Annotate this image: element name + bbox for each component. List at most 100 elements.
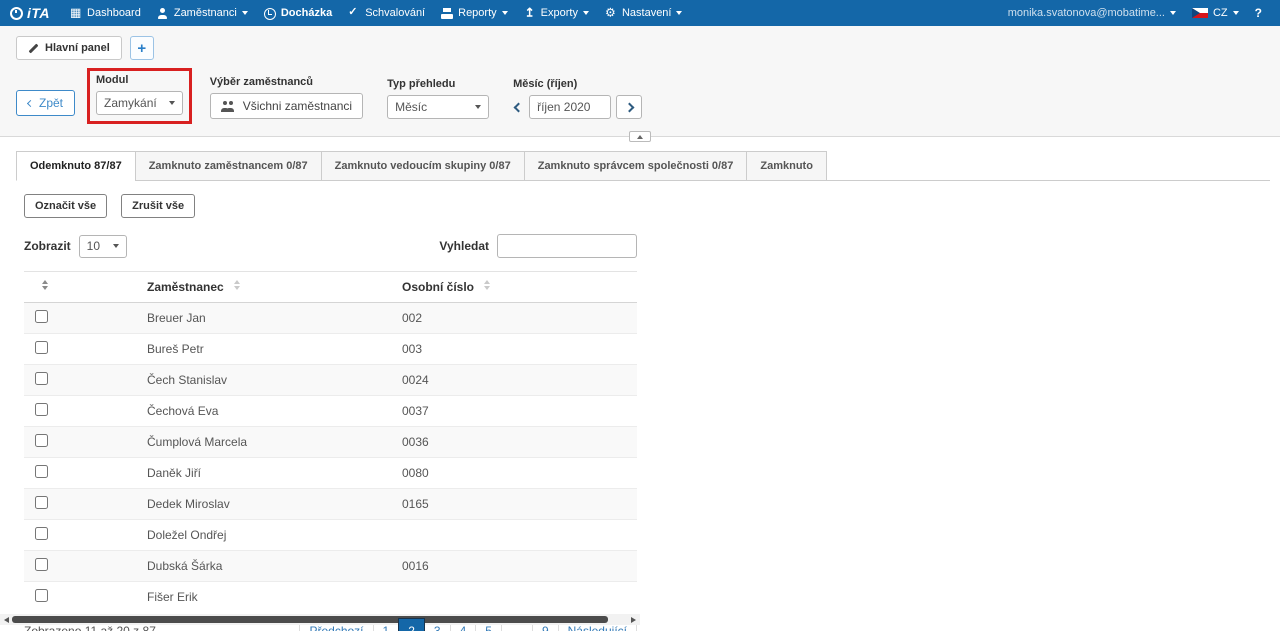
employee-name-cell: Daněk Jiří <box>139 458 394 489</box>
row-checkbox[interactable] <box>35 527 48 540</box>
lock-status-tab[interactable]: Zamknuto správcem společnosti 0/87 <box>524 151 748 181</box>
previous-month-button[interactable] <box>513 95 524 119</box>
modul-label: Modul <box>96 74 183 86</box>
add-panel-button[interactable]: + <box>130 36 154 60</box>
menu-item-label: Nastavení <box>622 7 672 19</box>
menu-item[interactable]: Nastavení <box>597 0 691 26</box>
personal-number-cell <box>394 520 637 551</box>
row-checkbox[interactable] <box>35 403 48 416</box>
bulk-actions: Označit vše Zrušit vše <box>24 194 1270 218</box>
employee-name-cell: Čech Stanislav <box>139 365 394 396</box>
menu-item[interactable]: Reporty <box>433 0 516 26</box>
row-checkbox[interactable] <box>35 465 48 478</box>
table-row: Doležel Ondřej <box>24 520 637 551</box>
lock-status-tab[interactable]: Zamknuto vedoucím skupiny 0/87 <box>321 151 525 181</box>
page-size-group: Zobrazit 10 <box>24 235 127 258</box>
lock-status-tabs: Odemknuto 87/87 Zamknuto zaměstnancem 0/… <box>16 151 1270 181</box>
back-button[interactable]: Zpět <box>16 90 75 116</box>
page-size-select[interactable]: 10 <box>79 235 127 258</box>
menu-item[interactable]: Exporty <box>516 0 597 26</box>
chevron-down-icon <box>1170 11 1176 15</box>
table-row: Daněk Jiří 0080 <box>24 458 637 489</box>
clear-all-button[interactable]: Zrušit vše <box>121 194 195 218</box>
modul-value: Zamykání <box>104 96 157 110</box>
collapse-filters-button[interactable] <box>629 131 651 142</box>
pagination-info: Zobrazeno 11 až 20 z 87 <box>24 624 156 631</box>
logo-text: iTA <box>27 5 50 21</box>
row-checkbox[interactable] <box>35 310 48 323</box>
employee-column-header[interactable]: Zaměstnanec <box>139 272 394 303</box>
scroll-left-arrow-icon[interactable] <box>4 617 9 623</box>
row-checkbox[interactable] <box>35 372 48 385</box>
row-checkbox[interactable] <box>35 341 48 354</box>
scroll-right-arrow-icon[interactable] <box>631 617 636 623</box>
view-type-select[interactable]: Měsíc <box>387 95 489 119</box>
user-menu[interactable]: monika.svatonova@mobatime... <box>1000 0 1184 26</box>
sort-icon <box>234 280 240 290</box>
month-label: Měsíc (říjen) <box>513 78 642 90</box>
sort-icon <box>484 280 490 290</box>
checkbox-column-header[interactable] <box>24 272 139 303</box>
tab-hlavni-panel[interactable]: Hlavní panel <box>16 36 122 60</box>
chevron-down-icon <box>113 244 119 248</box>
panel-tabs: Hlavní panel + <box>16 36 1264 60</box>
chevron-down-icon <box>676 11 682 15</box>
row-checkbox[interactable] <box>35 496 48 509</box>
clock-icon <box>264 8 276 19</box>
top-navbar: iTA Dashboard Zaměstnanci Docházka <box>0 0 1280 26</box>
menu-item-label: Dashboard <box>87 7 141 19</box>
checkbox-cell <box>24 334 139 365</box>
menu-item[interactable]: Docházka <box>256 0 340 26</box>
search-input[interactable] <box>497 234 637 258</box>
modul-filter-highlighted: Modul Zamykání <box>87 68 192 124</box>
chevron-down-icon <box>475 105 481 109</box>
lock-status-tab[interactable]: Zamknuto <box>746 151 827 181</box>
table-row: Čumplová Marcela 0036 <box>24 427 637 458</box>
menu-item[interactable]: Schvalování <box>340 0 433 26</box>
employees-table: Zaměstnanec Osobní číslo Breuer Jan 002 <box>24 271 637 612</box>
next-month-button[interactable] <box>616 95 642 119</box>
month-input[interactable] <box>529 95 611 119</box>
table-row: Dubská Šárka 0016 <box>24 551 637 582</box>
table-row: Breuer Jan 002 <box>24 303 637 334</box>
export-icon <box>524 8 536 19</box>
scrollbar-thumb[interactable] <box>12 616 608 623</box>
checkbox-cell <box>24 365 139 396</box>
view-type-value: Měsíc <box>395 100 427 114</box>
panel-header: Hlavní panel + Zpět Modul Zamykání Výběr… <box>0 26 1280 137</box>
number-column-label: Osobní číslo <box>402 280 474 294</box>
page-number-button[interactable]: 2 <box>398 618 425 631</box>
row-checkbox[interactable] <box>35 589 48 602</box>
tab-label: Zamknuto správcem společnosti 0/87 <box>538 160 734 172</box>
checkbox-cell <box>24 489 139 520</box>
help-button[interactable]: ? <box>1247 0 1270 26</box>
menu-item[interactable]: Zaměstnanci <box>149 0 256 26</box>
employees-select-button[interactable]: Všichni zaměstnanci <box>210 93 363 119</box>
list-controls: Zobrazit 10 Vyhledat <box>24 234 637 258</box>
employee-name-cell: Čechová Eva <box>139 396 394 427</box>
select-all-button[interactable]: Označit vše <box>24 194 107 218</box>
lock-status-tab[interactable]: Odemknuto 87/87 <box>16 151 136 181</box>
app-root: iTA Dashboard Zaměstnanci Docházka <box>0 0 1280 631</box>
personal-number-cell: 0165 <box>394 489 637 520</box>
logo[interactable]: iTA <box>10 5 50 21</box>
help-label: ? <box>1255 6 1262 20</box>
menu-item-label: Reporty <box>458 7 497 19</box>
lock-status-tab[interactable]: Zamknuto zaměstnancem 0/87 <box>135 151 322 181</box>
table-row: Fišer Erik <box>24 582 637 613</box>
table-row: Čechová Eva 0037 <box>24 396 637 427</box>
employees-filter: Výběr zaměstnanců Všichni zaměstnanci <box>204 72 369 124</box>
language-menu[interactable]: CZ <box>1184 0 1247 26</box>
employee-name-cell: Breuer Jan <box>139 303 394 334</box>
menu-item[interactable]: Dashboard <box>62 0 149 26</box>
row-checkbox[interactable] <box>35 434 48 447</box>
month-controls <box>513 95 642 119</box>
menu-item-label: Exporty <box>541 7 578 19</box>
number-column-header[interactable]: Osobní číslo <box>394 272 637 303</box>
horizontal-scrollbar[interactable] <box>0 614 640 625</box>
menu-item-label: Schvalování <box>365 7 425 19</box>
view-type-label: Typ přehledu <box>387 78 489 90</box>
modul-select[interactable]: Zamykání <box>96 91 183 115</box>
checkbox-cell <box>24 520 139 551</box>
row-checkbox[interactable] <box>35 558 48 571</box>
